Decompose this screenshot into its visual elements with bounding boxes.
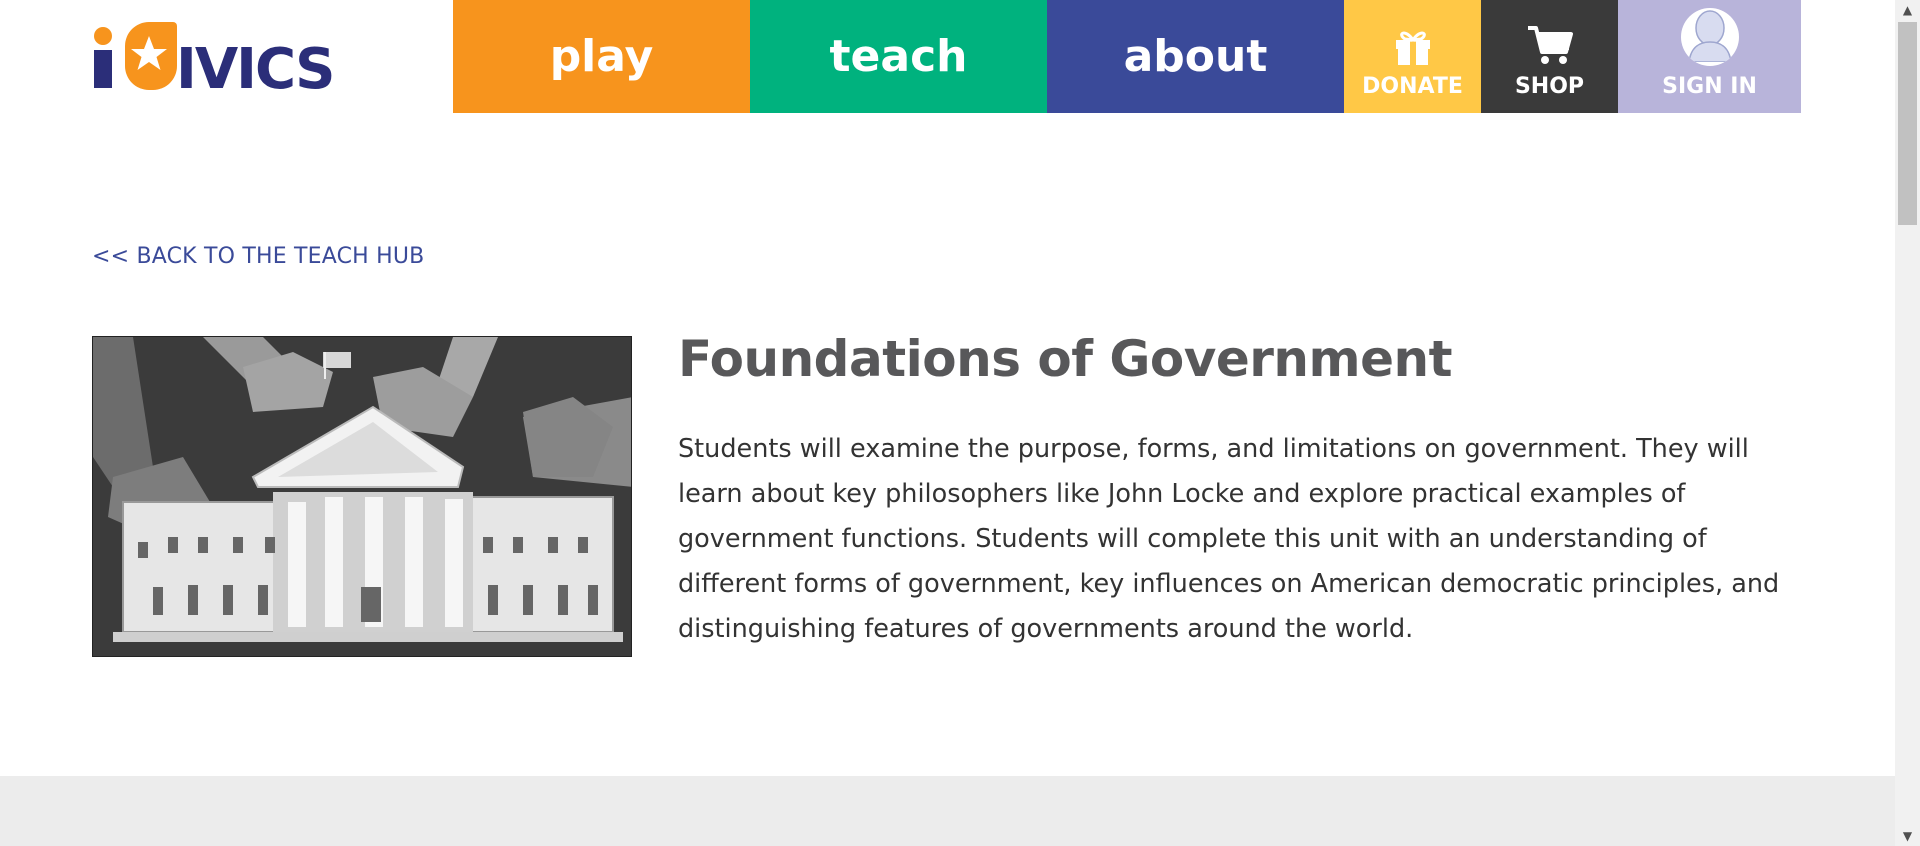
- icivics-logo[interactable]: IVICS iCivics: [92, 20, 378, 90]
- nav-sign-in-label: SIGN IN: [1662, 74, 1757, 99]
- nav-donate[interactable]: DONATE: [1344, 0, 1481, 113]
- unit-title: Foundations of Government: [678, 330, 1453, 388]
- logo-wordmark: IVICS: [94, 27, 335, 90]
- page: IVICS iCivics play teach about DONATE: [0, 0, 1895, 846]
- main-nav: play teach about DONATE SHOP SIGN IN: [453, 0, 1801, 113]
- unit-description: Students will examine the purpose, forms…: [678, 434, 1780, 644]
- nav-teach[interactable]: teach: [750, 0, 1047, 113]
- nav-shop[interactable]: SHOP: [1481, 0, 1618, 113]
- nav-play[interactable]: play: [453, 0, 750, 113]
- scroll-down-icon[interactable]: ▼: [1895, 826, 1920, 846]
- svg-text:IVICS: IVICS: [176, 37, 333, 90]
- back-to-teach-hub-link[interactable]: << BACK TO THE TEACH HUB: [92, 244, 424, 269]
- nav-sign-in[interactable]: SIGN IN: [1618, 0, 1801, 113]
- avatar-icon: [1680, 8, 1739, 66]
- gift-icon: [1395, 31, 1430, 65]
- nav-shop-label: SHOP: [1514, 74, 1585, 99]
- nav-about[interactable]: about: [1047, 0, 1344, 113]
- nav-teach-label: teach: [829, 31, 968, 82]
- nav-about-label: about: [1123, 31, 1268, 82]
- content-band: [0, 776, 1895, 846]
- vertical-scrollbar[interactable]: ▲ ▼: [1895, 0, 1920, 846]
- unit-illustration: [92, 336, 632, 657]
- nav-play-label: play: [549, 31, 654, 82]
- scroll-up-icon[interactable]: ▲: [1895, 0, 1920, 20]
- nav-donate-label: DONATE: [1362, 74, 1463, 99]
- scrollbar-thumb[interactable]: [1898, 22, 1917, 225]
- cart-icon: [1527, 26, 1573, 64]
